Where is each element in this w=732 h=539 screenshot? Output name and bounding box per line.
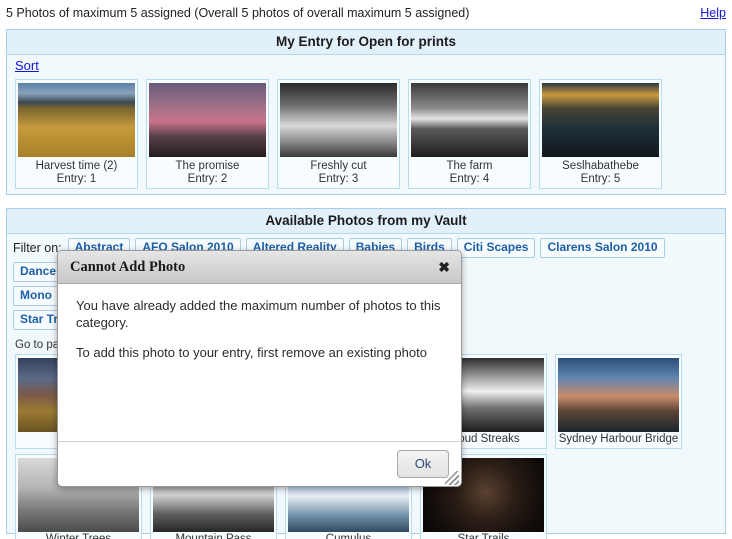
vault-photo-title: Mountain Pass [175,533,252,539]
entry-photo-title: Freshly cut [310,160,367,172]
sort-link[interactable]: Sort [15,58,39,73]
entry-photo-title: Seslhabathebe [562,160,639,172]
entry-photo-image[interactable] [411,83,528,157]
entry-photo-number: Entry: 2 [187,173,228,185]
filter-label: Filter on: [13,241,62,255]
filter-button[interactable]: Mono [13,286,59,306]
vault-photo-title: Sydney Harbour Bridge [558,433,679,445]
filter-button[interactable]: Dance [13,262,64,282]
help-link[interactable]: Help [700,6,726,20]
dialog-footer: Ok [58,441,461,486]
filter-button[interactable]: Clarens Salon 2010 [540,238,665,258]
vault-header: Available Photos from my Vault [7,209,725,234]
entry-photo-card[interactable]: Harvest time (2) Entry: 1 [15,79,138,189]
status-bar: 5 Photos of maximum 5 assigned (Overall … [0,0,732,26]
vault-photo-title: Cumulus [325,533,372,539]
entry-photo-card[interactable]: Freshly cut Entry: 3 [277,79,400,189]
entry-photo-number: Entry: 1 [56,173,97,185]
dialog-body: You have already added the maximum numbe… [58,284,461,441]
entry-photo-title: The promise [175,160,240,172]
entry-photo-image[interactable] [149,83,266,157]
close-icon[interactable]: ✖ [438,260,450,274]
resize-grip-icon[interactable] [445,471,459,485]
assignment-status-text: 5 Photos of maximum 5 assigned (Overall … [6,6,470,20]
entry-photo-title: The farm [446,160,493,172]
cannot-add-photo-dialog: Cannot Add Photo ✖ You have already adde… [57,250,462,487]
vault-photo-title: Winter Trees [45,533,112,539]
dialog-message-1: You have already added the maximum numbe… [76,298,441,330]
sort-bar: Sort [7,55,725,75]
entry-photo-card[interactable]: Seslhabathebe Entry: 5 [539,79,662,189]
dialog-titlebar[interactable]: Cannot Add Photo ✖ [58,251,461,284]
ok-button[interactable]: Ok [397,450,449,478]
entry-photo-number: Entry: 4 [449,173,490,185]
vault-photo-card[interactable]: Sydney Harbour Bridge [555,354,682,449]
entry-thumbnail-row: Harvest time (2) Entry: 1 The promise Entry… [7,75,725,193]
entry-photo-image[interactable] [542,83,659,157]
vault-photo-image[interactable] [558,358,679,432]
entry-photo-card[interactable]: The farm Entry: 4 [408,79,531,189]
my-entry-header: My Entry for Open for prints [7,30,725,55]
entry-photo-number: Entry: 5 [580,173,621,185]
entry-photo-card[interactable]: The promise Entry: 2 [146,79,269,189]
entry-photo-image[interactable] [280,83,397,157]
dialog-title: Cannot Add Photo [70,258,186,275]
entry-photo-title: Harvest time (2) [35,160,118,172]
filter-button[interactable]: Citi Scapes [456,238,536,258]
entry-photo-number: Entry: 3 [318,173,359,185]
entry-photo-image[interactable] [18,83,135,157]
page-root: 5 Photos of maximum 5 assigned (Overall … [0,0,732,539]
my-entry-panel: My Entry for Open for prints Sort Harves… [6,29,726,195]
dialog-message-2: To add this photo to your entry, first r… [76,345,427,360]
vault-photo-title: Star Trails [457,533,510,539]
